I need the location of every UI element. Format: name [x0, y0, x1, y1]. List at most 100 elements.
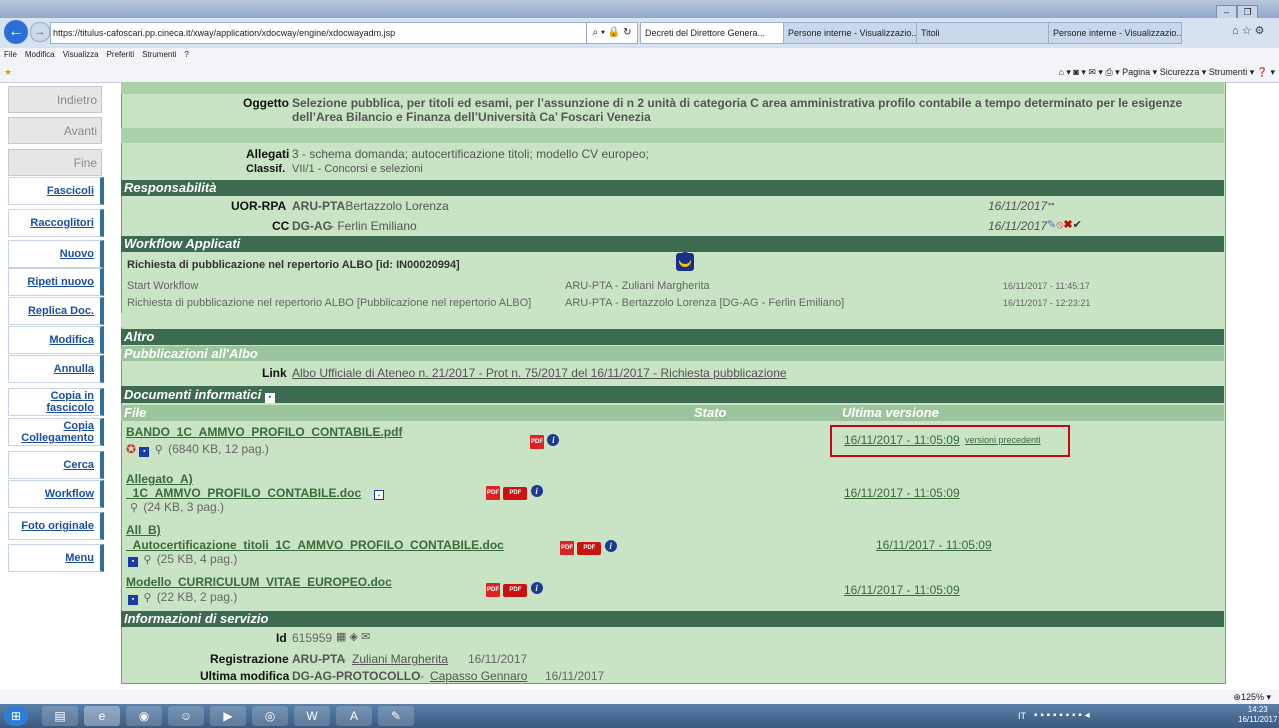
nav-copia-in-fascicolo[interactable]: Copia in fascicolo — [8, 388, 104, 416]
menu-modifica[interactable]: Modifica — [25, 50, 55, 59]
file-allegato-a-save-icon[interactable]: ▪ — [374, 486, 384, 500]
nav-foto-originale[interactable]: Foto originale — [8, 512, 104, 540]
mail-icon[interactable]: ✉ ▾ — [1088, 67, 1105, 77]
barcode-icon[interactable]: ▦ — [336, 631, 346, 643]
pdf-convert-icon[interactable]: PDF — [577, 542, 602, 555]
uor-people-icon[interactable]: ▪▪ — [1048, 199, 1054, 209]
clock[interactable]: 14:23 16/11/2017 — [1238, 705, 1277, 725]
tab-titoli[interactable]: Titoli — [916, 22, 1050, 44]
pdf-print-icon[interactable]: PDF — [486, 583, 500, 597]
file-cv-link[interactable]: Modello_CURRICULUM_VITAE_EUROPEO.doc — [126, 575, 392, 589]
moon-icon[interactable] — [676, 252, 694, 271]
tray-icons[interactable]: ▪ ▪ ▪ ▪ ▪ ▪ ▪ ▪ ◂ — [1034, 710, 1090, 721]
cc-action-icons[interactable]: ✎⦸✖✔ — [1047, 218, 1082, 232]
cc-delete-icon[interactable]: ✖ — [1063, 219, 1072, 231]
menu-file[interactable]: File — [4, 50, 17, 59]
tab-persone-1[interactable]: Persone interne - Visualizzazio... — [783, 22, 919, 44]
attachment-icon[interactable]: ⚲ — [153, 444, 165, 456]
sign-icon[interactable]: ✪ — [126, 442, 136, 456]
file-allegato-a-link[interactable]: _1C_AMMVO_PROFILO_CONTABILE.doc — [126, 486, 361, 500]
command-menus[interactable]: Pagina ▾ Sicurezza ▾ Strumenti ▾ — [1122, 67, 1254, 77]
pdf-convert-icon[interactable]: PDF — [503, 584, 528, 597]
file-all-b-prefix[interactable]: All_B) — [126, 523, 161, 537]
menu-strumenti[interactable]: Strumenti — [142, 50, 176, 59]
menu-help[interactable]: ? — [184, 50, 188, 59]
taskbar-word-icon[interactable]: W — [294, 706, 330, 726]
wf-when-1: 16/11/2017 - 11:45:17 — [1003, 281, 1090, 291]
favorites-star-icon[interactable]: ★ — [4, 67, 12, 77]
address-bar[interactable]: https://titulus-cafoscari.pp.cineca.it/x… — [50, 22, 589, 44]
tab-decreti[interactable]: Decreti del Direttore Genera... — [640, 22, 786, 44]
attachment-icon[interactable]: ⚲ — [141, 592, 153, 604]
cc-check-icon[interactable]: ✔ — [1073, 219, 1082, 231]
print-icon[interactable]: ⎙ ▾ — [1105, 67, 1122, 77]
pdf-convert-icon[interactable]: PDF — [503, 487, 528, 500]
taskbar-media-icon[interactable]: ▶ — [210, 706, 246, 726]
search-lock-refresh-icons[interactable]: ⌕ ▾ 🔒 ↻ — [586, 22, 638, 44]
file-allegato-a-date[interactable]: 16/11/2017 - 11:05:09 — [844, 486, 960, 500]
nav-modifica[interactable]: Modifica — [8, 326, 104, 354]
start-button[interactable]: ⊞ — [4, 706, 28, 726]
feeds-icon[interactable]: ◙ ▾ — [1073, 67, 1088, 77]
cc-edit-icon[interactable]: ✎ — [1047, 219, 1056, 231]
save-icon[interactable]: ▪ — [139, 447, 150, 457]
registrazione-name[interactable]: Zuliani Margherita — [352, 652, 448, 666]
nav-replica-doc[interactable]: Replica Doc. — [8, 297, 104, 325]
taskbar-paint-icon[interactable]: ✎ — [378, 706, 414, 726]
albo-link[interactable]: Albo Ufficiale di Ateneo n. 21/2017 - Pr… — [292, 366, 787, 380]
info-icon[interactable]: i — [547, 434, 560, 446]
taskbar-settings-icon[interactable]: ◎ — [252, 706, 288, 726]
id-action-icons[interactable]: ▦ ◈ ✉ — [336, 630, 370, 643]
taskbar-acrobat-icon[interactable]: A — [336, 706, 372, 726]
home-icon[interactable]: ⌂ ▾ — [1058, 67, 1073, 77]
command-bar[interactable]: ⌂ ▾ ◙ ▾ ✉ ▾ ⎙ ▾ Pagina ▾ Sicurezza ▾ Str… — [1058, 62, 1275, 82]
file-all-b-date[interactable]: 16/11/2017 - 11:05:09 — [876, 538, 992, 552]
save-icon[interactable]: ▪ — [128, 557, 138, 567]
ultima-modifica-name[interactable]: Capasso Gennaro — [430, 669, 527, 683]
file-bando-date[interactable]: 16/11/2017 - 11:05:09 — [844, 433, 960, 447]
info-icon[interactable]: i — [530, 485, 543, 497]
forward-arrow-icon[interactable]: → — [30, 22, 50, 42]
nav-cerca[interactable]: Cerca — [8, 451, 104, 479]
email-icon[interactable]: ✉ — [361, 631, 370, 643]
fine-button[interactable]: Fine — [8, 149, 102, 176]
taskbar-people-icon[interactable]: ☺ — [168, 706, 204, 726]
file-allegato-a-prefix[interactable]: Allegato_A) — [126, 472, 193, 486]
menu-visualizza[interactable]: Visualizza — [63, 50, 99, 59]
taskbar-explorer-icon[interactable]: ▤ — [42, 706, 78, 726]
file-cv-meta-row: ▪ ⚲ (22 KB, 2 pag.) — [128, 590, 237, 605]
pdf-print-icon[interactable]: PDF — [530, 435, 544, 449]
nav-raccoglitori[interactable]: Raccoglitori — [8, 209, 104, 237]
attachment-icon[interactable]: ⚲ — [128, 502, 140, 514]
file-all-b-link[interactable]: _Autocertificazione_titoli_1C_AMMVO_PROF… — [126, 538, 504, 552]
zoom-level[interactable]: ⊕125% ▾ — [1233, 690, 1271, 704]
attachment-icon[interactable]: ⚲ — [141, 554, 153, 566]
menu-preferiti[interactable]: Preferiti — [107, 50, 135, 59]
tab-persone-2[interactable]: Persone interne - Visualizzazio... — [1048, 22, 1182, 44]
language-indicator[interactable]: IT — [1018, 711, 1026, 721]
nav-menu[interactable]: Menu — [8, 544, 104, 572]
nav-nuovo[interactable]: Nuovo — [8, 240, 104, 268]
nav-ripeti-nuovo[interactable]: Ripeti nuovo — [8, 268, 104, 296]
taskbar-chrome-icon[interactable]: ◉ — [126, 706, 162, 726]
nav-fascicoli[interactable]: Fascicoli — [8, 177, 104, 205]
pdf-print-icon[interactable]: PDF — [486, 486, 500, 500]
save-icon[interactable]: ▪ — [128, 595, 138, 605]
info-icon[interactable]: i — [604, 540, 617, 552]
file-cv-date[interactable]: 16/11/2017 - 11:05:09 — [844, 583, 960, 597]
avanti-button[interactable]: Avanti — [8, 117, 102, 144]
home-star-gear-icons[interactable]: ⌂ ☆ ⚙ — [1232, 24, 1264, 37]
help-icon[interactable]: ❓ ▾ — [1254, 67, 1275, 77]
file-bando-link[interactable]: BANDO_1C_AMMVO_PROFILO_CONTABILE.pdf — [126, 425, 402, 439]
nav-copia-collegamento[interactable]: Copia Collegamento — [8, 418, 104, 446]
nav-workflow[interactable]: Workflow — [8, 480, 104, 508]
nav-annulla[interactable]: Annulla — [8, 355, 104, 383]
history-icon[interactable]: ◈ — [349, 631, 357, 643]
versioni-precedenti-link[interactable]: versioni precedenti — [965, 435, 1041, 445]
pdf-print-icon[interactable]: PDF — [560, 541, 574, 555]
info-icon[interactable]: i — [530, 582, 543, 594]
back-arrow-icon[interactable]: ← — [4, 20, 28, 44]
save-all-icon[interactable]: ▪ — [264, 393, 275, 403]
indietro-button[interactable]: Indietro — [8, 86, 102, 113]
taskbar-ie-icon[interactable]: e — [84, 706, 120, 726]
